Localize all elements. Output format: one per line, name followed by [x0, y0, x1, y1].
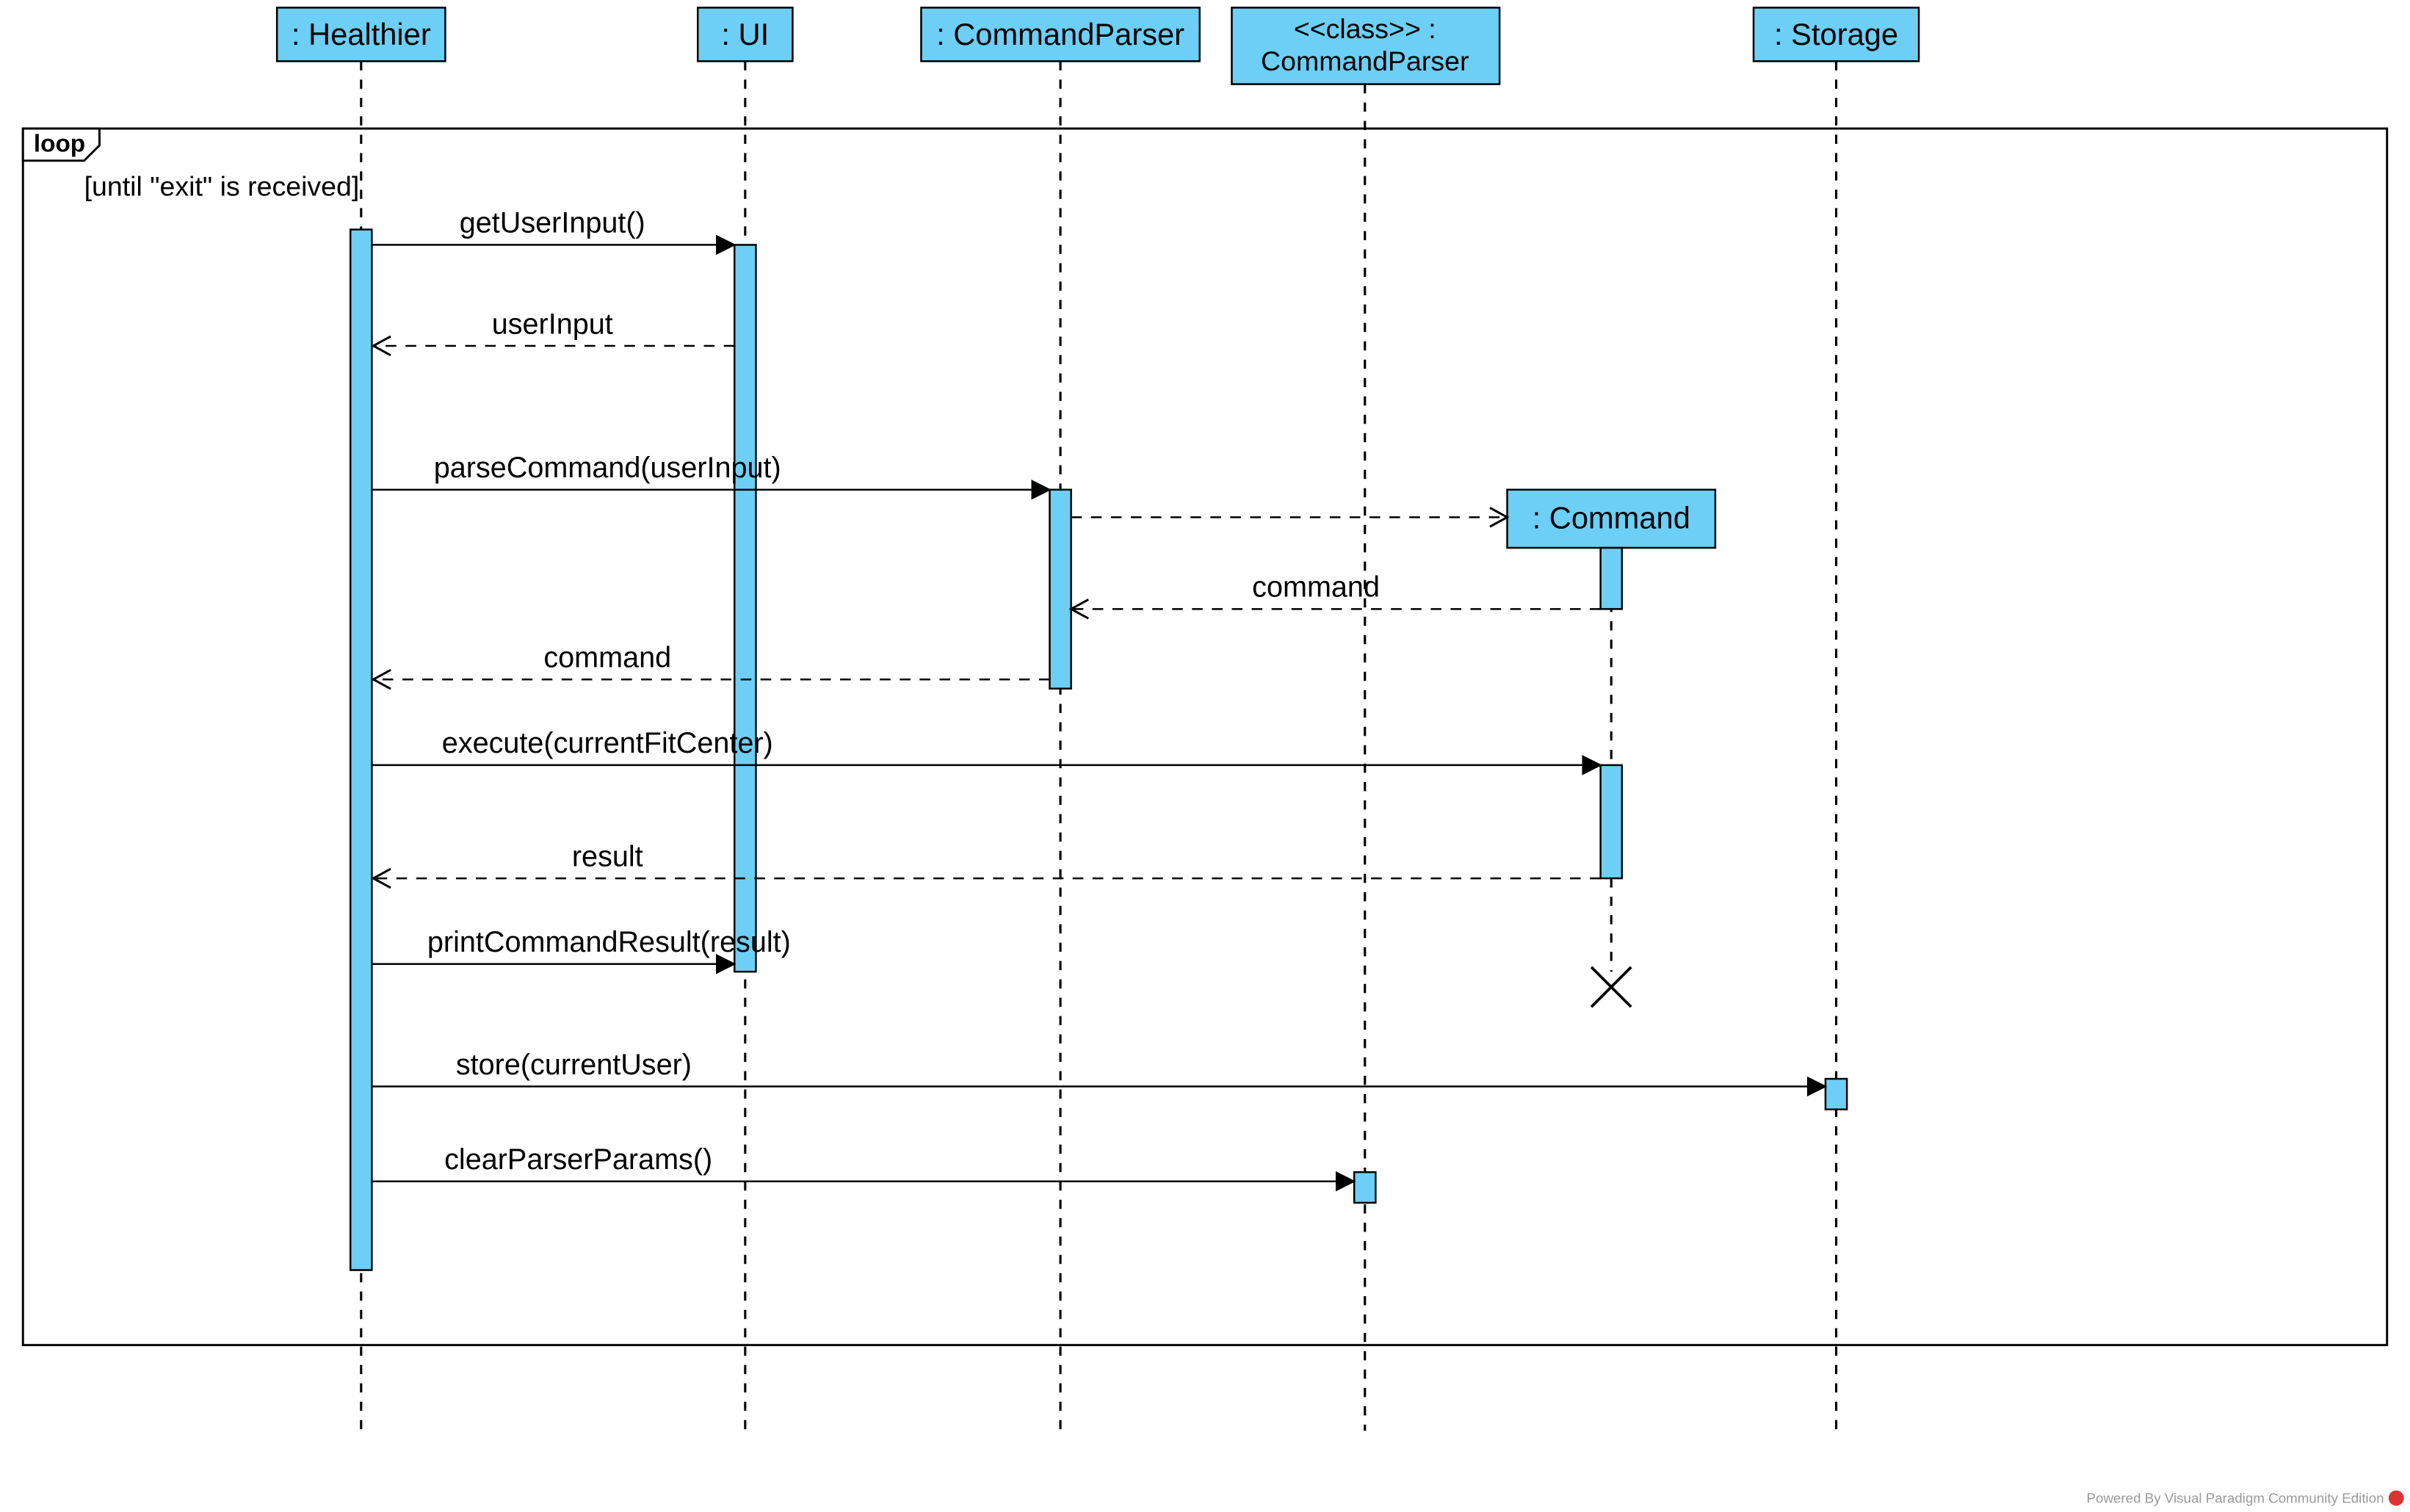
- destruction-command: [1591, 967, 1631, 1007]
- activation-command-create: [1601, 548, 1622, 609]
- lifeline-commandparser-class-stereotype: <<class>> :: [1294, 13, 1436, 44]
- msg-printcommandresult: printCommandResult(result): [427, 926, 791, 958]
- lifeline-healthier-label: : Healthier: [292, 17, 431, 51]
- msg-command-return1: command: [1252, 571, 1380, 604]
- msg-result: result: [572, 840, 643, 872]
- msg-command-return2: command: [543, 642, 671, 674]
- msg-getuserinput: getUserInput(): [460, 207, 645, 239]
- activation-storage: [1825, 1079, 1847, 1110]
- activation-healthier: [350, 230, 372, 1270]
- loop-guard: [until "exit" is received]: [84, 171, 360, 202]
- loop-operator: loop: [34, 130, 85, 157]
- msg-store: store(currentUser): [456, 1049, 692, 1081]
- loop-fragment: loop [until "exit" is received]: [23, 129, 2387, 1345]
- activation-commandparser-class: [1354, 1172, 1375, 1203]
- lifeline-commandparser-class-name: CommandParser: [1261, 46, 1469, 76]
- lifeline-ui-label: : UI: [721, 17, 769, 51]
- msg-clearparserparams: clearParserParams(): [444, 1143, 712, 1176]
- msg-userinput: userInput: [492, 308, 613, 340]
- lifeline-commandparser: : CommandParser: [921, 7, 1199, 1430]
- msg-execute: execute(currentFitCenter): [442, 727, 773, 759]
- lifeline-commandparser-class: <<class>> : CommandParser: [1231, 7, 1499, 1430]
- msg-parsecommand: parseCommand(userInput): [434, 452, 781, 484]
- activation-ui: [734, 245, 756, 972]
- activation-commandparser: [1049, 490, 1071, 689]
- lifeline-commandparser-label: : CommandParser: [936, 17, 1184, 51]
- lifeline-command-label: : Command: [1533, 500, 1690, 535]
- lifeline-storage: : Storage: [1754, 7, 1919, 1430]
- lifeline-storage-label: : Storage: [1774, 17, 1898, 51]
- sequence-diagram: : Healthier : UI : CommandParser <<class…: [0, 0, 2410, 1512]
- watermark: Powered By Visual Paradigm Community Edi…: [2087, 1490, 2384, 1505]
- watermark-icon: [2389, 1491, 2404, 1506]
- activation-command-execute: [1601, 765, 1622, 878]
